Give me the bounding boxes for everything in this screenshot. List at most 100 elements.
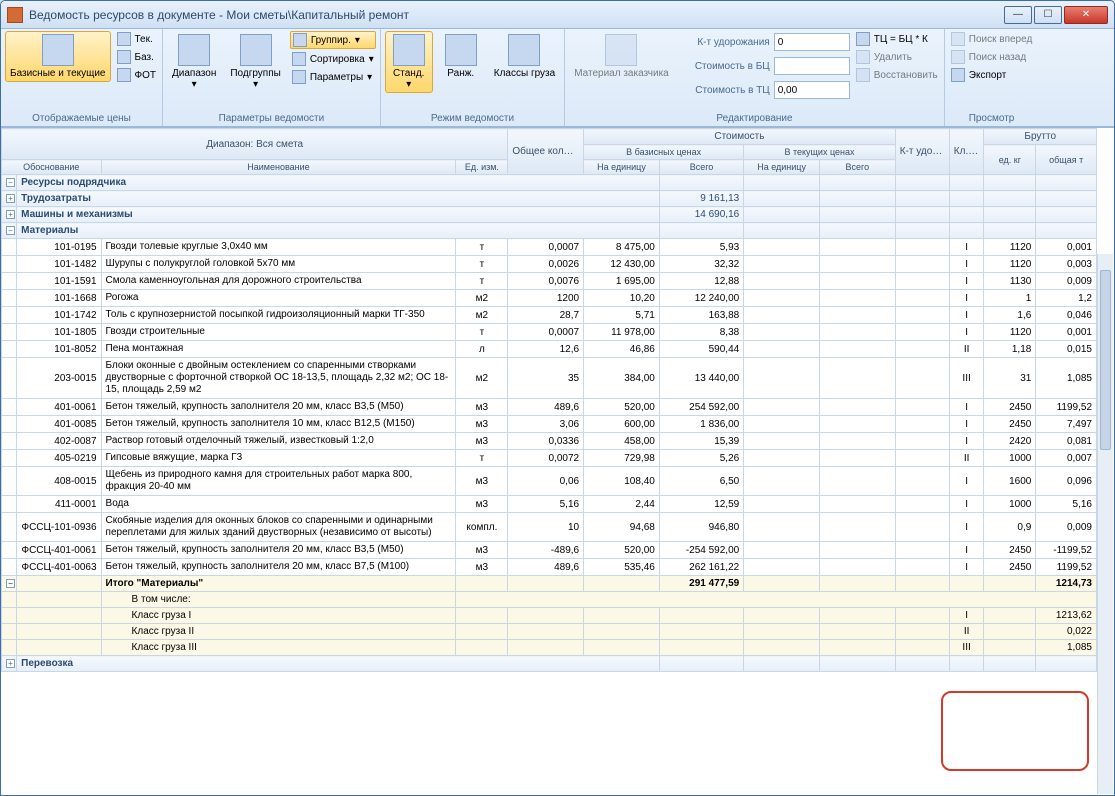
table-row[interactable]: 101-8052Пена монтажнаял 12,646,86590,44 … <box>2 341 1097 358</box>
vertical-scrollbar[interactable] <box>1097 254 1113 794</box>
maximize-button[interactable]: ☐ <box>1034 6 1062 24</box>
search-back-icon <box>951 50 965 64</box>
search-backward-item: Поиск назад <box>949 49 1035 65</box>
material-icon <box>605 34 637 66</box>
sorting-item[interactable]: Сортировка ▾ <box>290 51 376 67</box>
formula-icon <box>856 32 870 46</box>
resource-table[interactable]: Диапазон: Вся смета Общее количество Сто… <box>1 128 1097 672</box>
ed-header: Ед. изм. <box>456 160 508 175</box>
sub-row[interactable]: Класс груза II II0,022 <box>2 624 1097 640</box>
qty-header: Общее количество <box>508 129 584 175</box>
cargo-icon <box>508 34 540 66</box>
pu-cur-header: На единицу <box>744 160 820 175</box>
obt-header: общая т <box>1036 145 1097 175</box>
sorting-icon <box>292 52 306 66</box>
table-row[interactable]: 402-0087Раствор готовый отделочный тяжел… <box>2 433 1097 450</box>
tc-bc-k-item[interactable]: ТЦ = БЦ * К <box>854 31 940 47</box>
brutto-header: Брутто <box>984 129 1097 145</box>
group-label: Параметры ведомости <box>167 111 376 126</box>
cost-bc-label: Стоимость в БЦ <box>678 61 770 72</box>
table-row[interactable]: 408-0015Щебень из природного камня для с… <box>2 467 1097 496</box>
kudor-label: К-т удорожания <box>678 37 770 48</box>
sub-row[interactable]: Класс груза III III1,085 <box>2 640 1097 656</box>
fot-icon <box>117 68 131 82</box>
close-button[interactable]: ✕ <box>1064 6 1108 24</box>
base-header: В базисных ценах <box>584 145 744 160</box>
window-title: Ведомость ресурсов в документе - Мои сме… <box>29 8 1004 22</box>
kudor-input[interactable] <box>774 33 850 51</box>
standard-icon <box>393 34 425 66</box>
prices-icon <box>42 34 74 66</box>
range-button[interactable]: Диапазон▾ <box>167 31 221 93</box>
cur-header: В текущих ценах <box>744 145 895 160</box>
total-cur-header: Всего <box>819 160 895 175</box>
table-row[interactable]: 101-1805Гвозди строительныет 0,000711 97… <box>2 324 1097 341</box>
subgroups-button[interactable]: Подгруппы▾ <box>225 31 285 93</box>
kudor-header: К-т удор. ТЦ=БЦ*К <box>895 129 949 175</box>
table-row[interactable]: 401-0061Бетон тяжелый, крупность заполни… <box>2 399 1097 416</box>
sub-row[interactable]: Класс груза I I1213,62 <box>2 608 1097 624</box>
cost-tc-input[interactable] <box>774 81 850 99</box>
delete-icon <box>856 50 870 64</box>
minimize-button[interactable]: — <box>1004 6 1032 24</box>
sub-header-row: В том числе: <box>2 592 1097 608</box>
group-row[interactable]: − Ресурсы подрядчика <box>2 175 1097 191</box>
group-label: Отображаемые цены <box>5 111 158 126</box>
table-row[interactable]: 203-0015Блоки оконные с двойным остеклен… <box>2 358 1097 399</box>
search-fwd-icon <box>951 32 965 46</box>
scrollbar-thumb[interactable] <box>1100 270 1111 450</box>
total-base-header: Всего <box>659 160 743 175</box>
table-row[interactable]: 101-1742Толь с крупнозернистой посыпкой … <box>2 307 1097 324</box>
table-row[interactable]: 101-0195Гвозди толевые круглые 3,0х40 мм… <box>2 239 1097 256</box>
params-icon <box>292 70 306 84</box>
totals-row[interactable]: − Итого "Материалы" 291 477,591214,73 <box>2 576 1097 592</box>
pu-base-header: На единицу <box>584 160 660 175</box>
delete-item: Удалить <box>854 49 940 65</box>
group-row[interactable]: + Машины и механизмы 14 690,16 <box>2 207 1097 223</box>
price-tek-item[interactable]: Тек. <box>115 31 159 47</box>
price-baz-item[interactable]: Баз. <box>115 49 159 65</box>
restore-item: Восстановить <box>854 67 940 83</box>
group-row[interactable]: + Перевозка <box>2 656 1097 672</box>
table-row[interactable]: ФСCЦ-401-0063Бетон тяжелый, крупность за… <box>2 559 1097 576</box>
titlebar: Ведомость ресурсов в документе - Мои сме… <box>1 1 1114 29</box>
table-row[interactable]: 401-0085Бетон тяжелый, крупность заполни… <box>2 416 1097 433</box>
range-icon <box>178 34 210 66</box>
group-row[interactable]: − Материалы <box>2 223 1097 239</box>
group-label: Редактирование <box>569 111 940 126</box>
table-row[interactable]: 101-1482Шурупы с полукруглой головкой 5х… <box>2 256 1097 273</box>
table-row[interactable]: 101-1668Рогожам2 120010,2012 240,00 I11,… <box>2 290 1097 307</box>
export-icon <box>951 68 965 82</box>
table-row[interactable]: ФСCЦ-401-0061Бетон тяжелый, крупность за… <box>2 542 1097 559</box>
cost-tc-label: Стоимость в ТЦ <box>678 85 770 96</box>
edkg-header: ед. кг <box>984 145 1036 175</box>
mode-standard-button[interactable]: Станд.▾ <box>385 31 433 93</box>
klgr-header: Кл. гру-за <box>949 129 984 175</box>
customer-material-button: Материал заказчика <box>569 31 674 82</box>
export-item[interactable]: Экспорт <box>949 67 1035 83</box>
table-row[interactable]: 405-0219Гипсовые вяжущие, марка Г3т 0,00… <box>2 450 1097 467</box>
cargo-classes-button[interactable]: Классы груза <box>489 31 560 82</box>
mode-ranged-button[interactable]: Ранж. <box>437 31 485 82</box>
group-label: Просмотр <box>949 111 1035 126</box>
cost-header: Стоимость <box>584 129 896 145</box>
app-icon <box>7 7 23 23</box>
table-row[interactable]: 101-1591Смола каменноугольная для дорожн… <box>2 273 1097 290</box>
name-header: Наименование <box>101 160 456 175</box>
table-row[interactable]: 411-0001Водам3 5,162,4412,59 I10005,16 <box>2 496 1097 513</box>
subgroups-icon <box>240 34 272 66</box>
ranged-icon <box>445 34 477 66</box>
grouping-item[interactable]: Группир. ▾ <box>290 31 376 49</box>
price-fot-item[interactable]: ФОТ <box>115 67 159 83</box>
group-row[interactable]: + Трудозатраты 9 161,13 <box>2 191 1097 207</box>
table-row[interactable]: ФСCЦ-101-0936Скобяные изделия для оконны… <box>2 513 1097 542</box>
prices-basic-current-button[interactable]: Базисные и текущие <box>5 31 111 82</box>
obos-header: Обоснование <box>2 160 102 175</box>
params-item[interactable]: Параметры ▾ <box>290 69 376 85</box>
baz-icon <box>117 50 131 64</box>
range-header: Диапазон: Вся смета <box>2 129 508 160</box>
grouping-icon <box>293 33 307 47</box>
tek-icon <box>117 32 131 46</box>
ribbon: Базисные и текущие Тек. Баз. ФОТ Отображ… <box>1 29 1114 127</box>
cost-bc-input[interactable] <box>774 57 850 75</box>
